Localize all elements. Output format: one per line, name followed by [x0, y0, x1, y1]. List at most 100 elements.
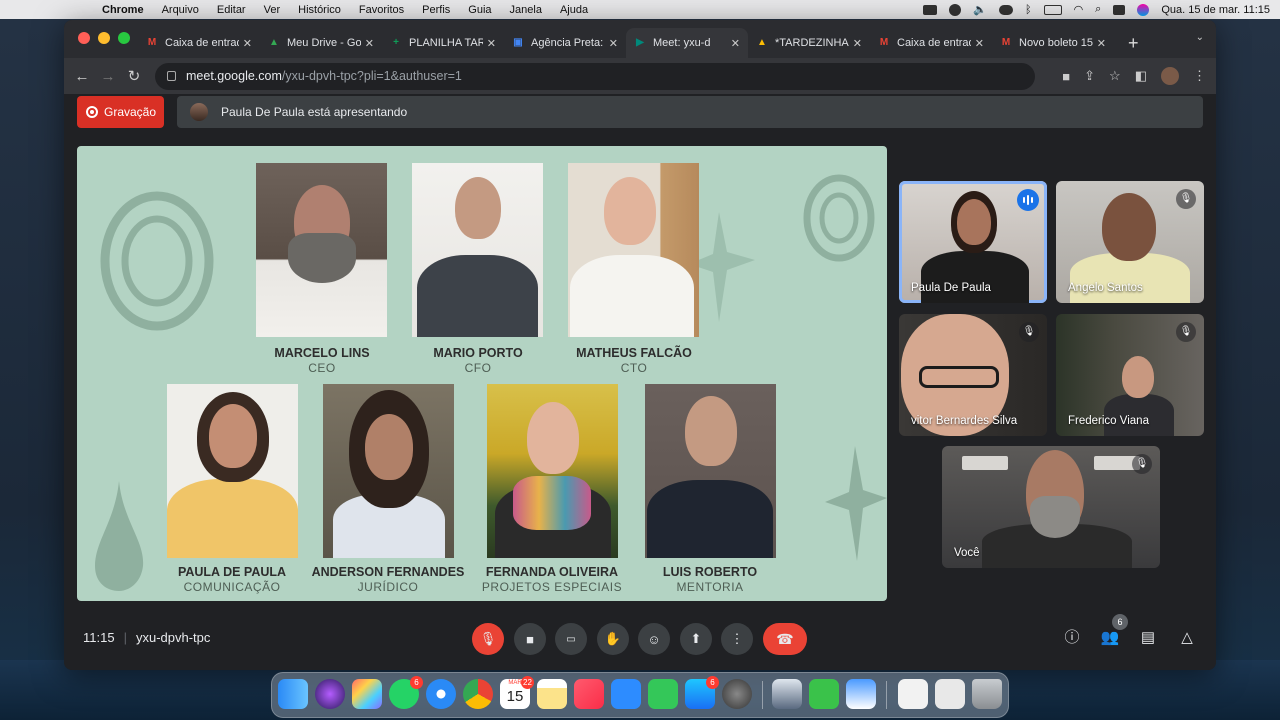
tab-label: Meet: yxu-d [653, 37, 711, 49]
mic-toggle-button[interactable]: 🎙 [472, 623, 504, 655]
camera-in-use-icon[interactable]: ■ [1062, 69, 1070, 84]
menu-item-janela[interactable]: Janela [510, 4, 542, 16]
close-tab-icon[interactable]: ✕ [853, 37, 862, 50]
menu-item-perfis[interactable]: Perfis [422, 4, 450, 16]
menu-app-name[interactable]: Chrome [102, 4, 144, 16]
close-window-button[interactable] [78, 32, 90, 44]
side-panel-icon[interactable]: ◧ [1135, 68, 1147, 84]
calendar-icon: ▣ [513, 37, 523, 48]
reload-icon[interactable]: ↻ [121, 67, 147, 85]
camera-toggle-button[interactable]: ■ [514, 623, 546, 655]
browser-tab[interactable]: ▶ Meet: yxu-d ✕ [626, 28, 748, 58]
profile-avatar[interactable] [1161, 67, 1179, 85]
presented-slide: MARCELO LINS CEO MARIO PORTO CFO MATHEUS… [77, 146, 887, 601]
browser-tab[interactable]: M Caixa de entrad ✕ [138, 28, 260, 58]
chat-button[interactable]: ▤ [1136, 626, 1160, 650]
browser-tab[interactable]: M Caixa de entrad ✕ [870, 28, 992, 58]
recording-button[interactable]: Gravação [77, 96, 164, 128]
close-tab-icon[interactable]: ✕ [243, 37, 252, 50]
more-options-button[interactable]: ⋮ [721, 623, 753, 655]
participant-tile-angelo[interactable]: 🎙 Angelo Santos [1056, 181, 1204, 303]
tab-search-chevron-icon[interactable]: ⌄ [1196, 32, 1204, 43]
music-icon[interactable] [574, 679, 604, 709]
battery-icon[interactable] [1043, 4, 1062, 15]
address-bar[interactable]: meet.google.com/yxu-dpvh-tpc?pli=1&authu… [155, 62, 1035, 90]
minimize-window-button[interactable] [98, 32, 110, 44]
menu-item-ver[interactable]: Ver [264, 4, 281, 16]
mic-off-icon: 🎙 [1019, 322, 1039, 342]
chrome-icon[interactable] [463, 679, 493, 709]
menu-item-historico[interactable]: Histórico [298, 4, 341, 16]
whatsapp-icon[interactable]: 6 [389, 676, 423, 709]
calendar-icon[interactable]: MAR 15 22 [500, 676, 534, 709]
safari-icon[interactable] [426, 679, 456, 709]
browser-tab[interactable]: ▲ Meu Drive - Goo ✕ [260, 28, 382, 58]
url-host: meet.google.com [186, 69, 282, 83]
cloud-icon[interactable] [998, 4, 1013, 15]
menu-item-editar[interactable]: Editar [217, 4, 246, 16]
status-area: 🔈 ᛒ ◠ ⌕ Qua. 15 de mar. 11:15 [923, 0, 1270, 19]
menu-item-ajuda[interactable]: Ajuda [560, 4, 588, 16]
zoom-window-button[interactable] [118, 32, 130, 44]
meeting-code: yxu-dpvh-tpc [135, 630, 211, 645]
close-tab-icon[interactable]: ✕ [1097, 37, 1106, 50]
keynote-icon[interactable] [846, 679, 876, 709]
close-tab-icon[interactable]: ✕ [365, 37, 374, 50]
game-controller-icon[interactable] [809, 679, 839, 709]
scarf-shape [513, 476, 591, 530]
bluetooth-icon[interactable]: ᛒ [1025, 4, 1032, 16]
close-tab-icon[interactable]: ✕ [487, 37, 496, 50]
system-settings-icon[interactable] [722, 679, 752, 709]
menubar-datetime[interactable]: Qua. 15 de mar. 11:15 [1161, 4, 1270, 16]
preview-icon[interactable] [772, 679, 802, 709]
app-store-icon[interactable]: 6 [685, 676, 719, 709]
spotlight-search-icon[interactable]: ⌕ [1095, 3, 1101, 16]
raise-hand-button[interactable]: ✋ [597, 623, 629, 655]
volume-icon[interactable]: 🔈 [973, 3, 987, 16]
back-arrow-icon[interactable]: ← [69, 68, 95, 85]
share-icon[interactable]: ⇪ [1084, 68, 1095, 84]
participant-tile-self[interactable]: 🎙 Você [942, 446, 1160, 568]
close-tab-icon[interactable]: ✕ [975, 37, 984, 50]
face-shape [957, 199, 991, 245]
menu-item-favoritos[interactable]: Favoritos [359, 4, 404, 16]
document-stack-icon[interactable] [898, 679, 928, 709]
new-tab-button[interactable]: + [1128, 28, 1139, 58]
wifi-icon[interactable]: ◠ [1074, 3, 1084, 16]
trash-icon[interactable] [972, 679, 1002, 709]
close-tab-icon[interactable]: ✕ [731, 37, 740, 50]
bookmark-star-icon[interactable]: ☆ [1109, 68, 1121, 84]
siri-app-icon[interactable] [315, 679, 345, 709]
control-center-icon[interactable] [1113, 4, 1126, 15]
more-menu-icon[interactable]: ⋮ [1193, 68, 1206, 84]
meeting-details-button[interactable]: ⓘ [1060, 626, 1084, 650]
activities-button[interactable]: △ [1175, 626, 1199, 650]
finder-icon[interactable] [278, 679, 308, 709]
numbers-icon[interactable] [648, 679, 678, 709]
browser-tab[interactable]: ▲ *TARDEZINHA I ✕ [748, 28, 870, 58]
forward-arrow-icon[interactable]: → [95, 68, 121, 85]
siri-icon[interactable] [1137, 3, 1150, 16]
launchpad-icon[interactable] [352, 679, 382, 709]
browser-tab[interactable]: ▣ Agência Preta: ✕ [504, 28, 626, 58]
participant-tile-vitor[interactable]: 🎙 vitor Bernardes Silva [899, 314, 1047, 436]
face-shape [1102, 193, 1156, 261]
browser-tab[interactable]: M Novo boleto 15/ ✕ [992, 28, 1114, 58]
zoom-icon[interactable] [611, 679, 641, 709]
captions-button[interactable]: ▭ [555, 623, 587, 655]
screen-share-icon[interactable] [923, 4, 938, 15]
participant-tile-frederico[interactable]: 🎙 Frederico Viana [1056, 314, 1204, 436]
presenting-banner: Paula De Paula está apresentando [177, 96, 1203, 128]
screenshot-stack-icon[interactable] [935, 679, 965, 709]
close-tab-icon[interactable]: ✕ [609, 37, 618, 50]
creative-cloud-icon[interactable] [949, 3, 962, 16]
reactions-button[interactable]: ☺ [638, 623, 670, 655]
participant-tile-paula[interactable]: Paula De Paula [899, 181, 1047, 303]
present-screen-button[interactable]: ⬆ [680, 623, 712, 655]
browser-tab[interactable]: + PLANILHA TARE ✕ [382, 28, 504, 58]
leave-call-button[interactable]: ☎ [763, 623, 807, 655]
menu-item-arquivo[interactable]: Arquivo [162, 4, 199, 16]
notes-icon[interactable] [537, 679, 567, 709]
lock-icon[interactable] [167, 71, 176, 81]
menu-item-guia[interactable]: Guia [468, 4, 491, 16]
